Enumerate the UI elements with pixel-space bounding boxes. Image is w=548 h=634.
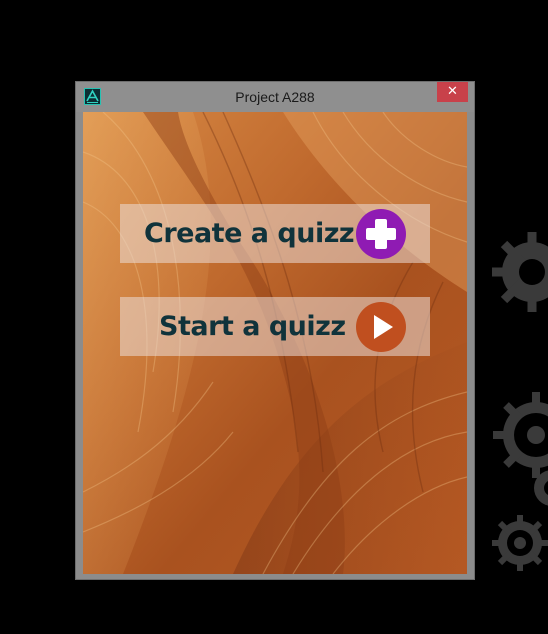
play-circle-icon bbox=[356, 302, 406, 352]
start-quiz-label: Start a quizz bbox=[159, 311, 346, 342]
desktop: Project A288 ✕ Create a quizz Start a qu… bbox=[0, 0, 548, 634]
app-logo-icon[interactable] bbox=[84, 88, 101, 105]
start-quiz-button[interactable]: Start a quizz bbox=[120, 297, 430, 356]
title-bar[interactable]: Project A288 ✕ bbox=[76, 82, 474, 112]
create-quiz-label: Create a quizz bbox=[144, 218, 355, 249]
close-button[interactable]: ✕ bbox=[437, 82, 468, 102]
app-window: Project A288 ✕ Create a quizz Start a qu… bbox=[75, 81, 475, 580]
plus-circle-icon bbox=[356, 209, 406, 259]
gears-icon bbox=[492, 232, 548, 571]
create-quiz-button[interactable]: Create a quizz bbox=[120, 204, 430, 263]
window-title: Project A288 bbox=[235, 89, 315, 105]
canyon-sandstone-background: Create a quizz Start a quizz bbox=[83, 112, 467, 574]
